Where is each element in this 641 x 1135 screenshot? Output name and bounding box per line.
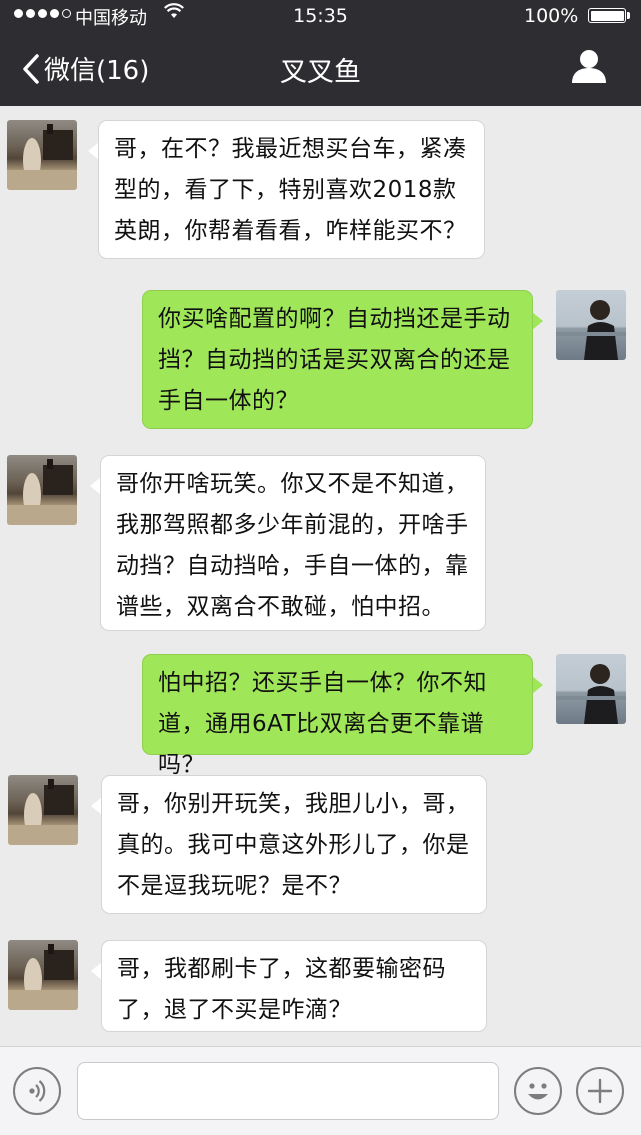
- message-text: 你买啥配置的啊？自动挡还是手动挡？自动挡的话是买双离合的还是手自一体的？: [158, 306, 511, 414]
- battery-icon: [588, 8, 626, 23]
- person-icon: [572, 50, 606, 83]
- message-bubble: 哥，在不？我最近想买台车，紧凑型的，看了下，特别喜欢2018款英朗，你帮着看看，…: [98, 120, 485, 259]
- contact-avatar[interactable]: [8, 940, 78, 1010]
- message-text: 怕中招？还买手自一体？你不知道，通用6AT比双离合更不靠谱吗？: [158, 670, 487, 778]
- plus-icon: [587, 1078, 613, 1104]
- message-bubble: 哥，我都刷卡了，这都要输密码了，退了不买是咋滴？: [101, 940, 487, 1032]
- message-text: 哥，你别开玩笑，我胆儿小，哥，真的。我可中意这外形儿了，你是不是逗我玩呢？是不？: [117, 791, 470, 899]
- contact-avatar[interactable]: [8, 775, 78, 845]
- voice-button[interactable]: [13, 1067, 61, 1115]
- top-bar: 中国移动 15:35 100% 微信(16) 叉叉鱼: [0, 0, 641, 106]
- message-text: 哥，我都刷卡了，这都要输密码了，退了不买是咋滴？: [117, 956, 446, 1023]
- chat-title: 叉叉鱼: [280, 57, 361, 88]
- nav-bar: 微信(16) 叉叉鱼: [0, 32, 641, 106]
- battery-nub: [627, 12, 630, 19]
- emoji-button[interactable]: [514, 1067, 562, 1115]
- battery-percent: 100%: [524, 5, 579, 27]
- message-bubble: 你买啥配置的啊？自动挡还是手动挡？自动挡的话是买双离合的还是手自一体的？: [142, 290, 533, 429]
- voice-icon: [29, 1080, 46, 1102]
- contact-avatar[interactable]: [7, 455, 77, 525]
- my-avatar[interactable]: [556, 654, 626, 724]
- emoji-icon: [528, 1083, 548, 1100]
- message-text: 哥，在不？我最近想买台车，紧凑型的，看了下，特别喜欢2018款英朗，你帮着看看，…: [114, 136, 467, 244]
- input-bar: [0, 1046, 641, 1135]
- message-bubble: 怕中招？还买手自一体？你不知道，通用6AT比双离合更不靠谱吗？: [142, 654, 533, 778]
- message-bubble: 哥，你别开玩笑，我胆儿小，哥，真的。我可中意这外形儿了，你是不是逗我玩呢？是不？: [101, 775, 487, 914]
- chat-area: 哥，在不？我最近想买台车，紧凑型的，看了下，特别喜欢2018款英朗，你帮着看看，…: [0, 106, 641, 1046]
- my-avatar[interactable]: [556, 290, 626, 360]
- message-text: 哥你开啥玩笑。你又不是不知道，我那驾照都多少年前混的，开啥手动挡？自动挡哈，手自…: [116, 471, 469, 620]
- status-bar: 中国移动 15:35 100%: [0, 0, 641, 32]
- plus-button[interactable]: [576, 1067, 624, 1115]
- message-input[interactable]: [77, 1062, 499, 1120]
- message-bubble: 哥你开啥玩笑。你又不是不知道，我那驾照都多少年前混的，开啥手动挡？自动挡哈，手自…: [100, 455, 486, 631]
- contact-avatar[interactable]: [7, 120, 77, 190]
- contact-profile-button[interactable]: [570, 48, 608, 88]
